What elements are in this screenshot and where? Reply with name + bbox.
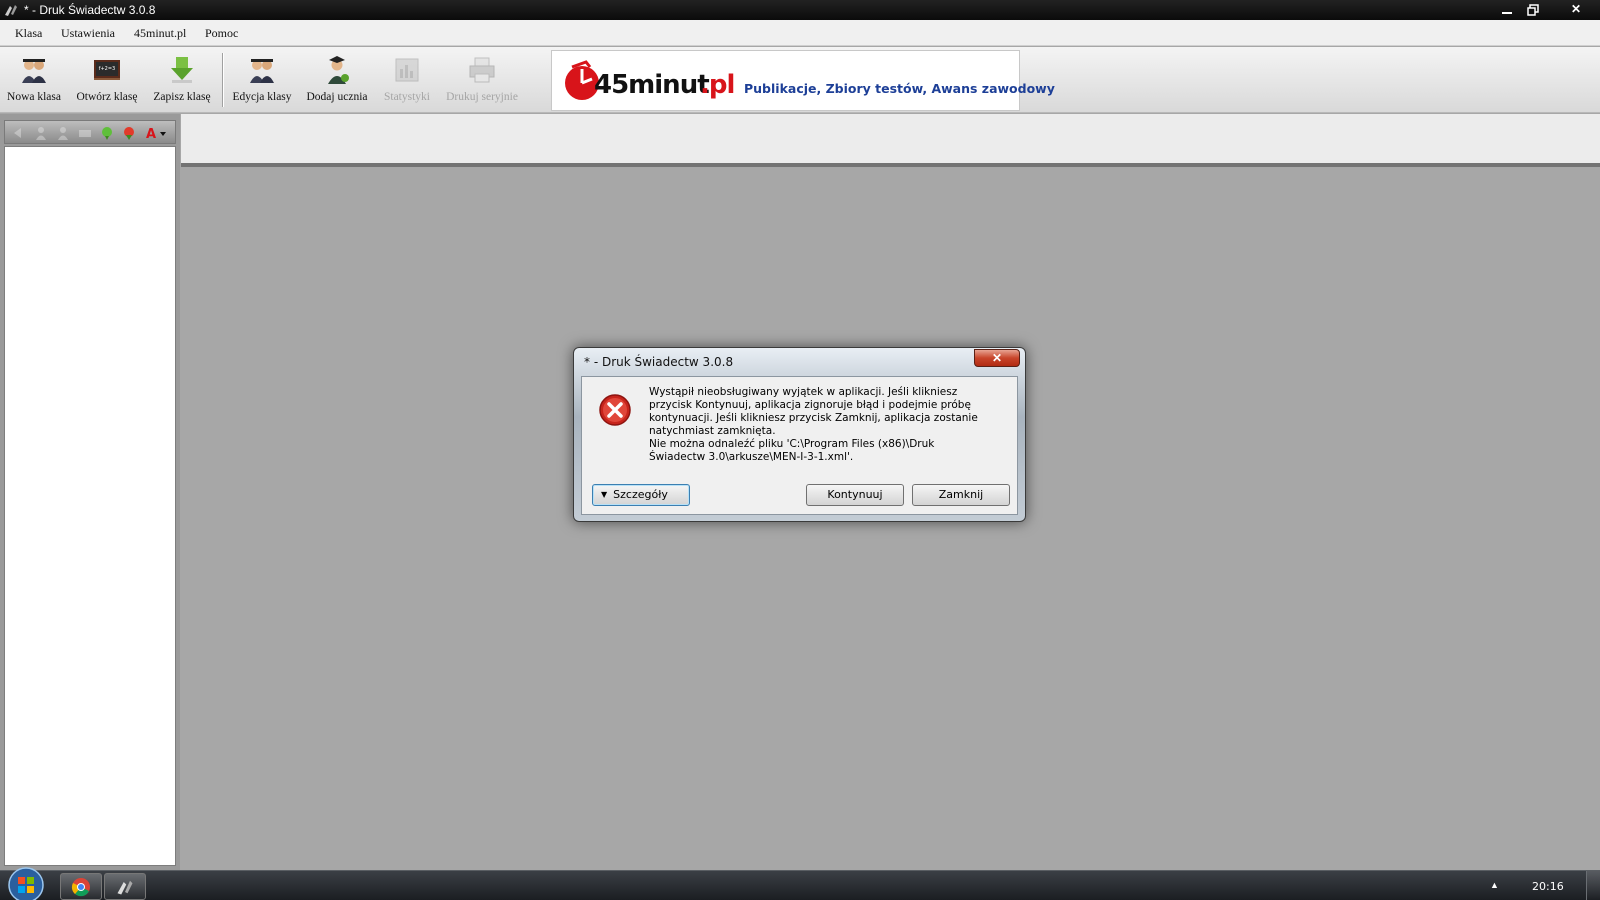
dialog-body: Wystąpił nieobsługiwany wyjątek w aplika…	[581, 376, 1018, 515]
printer-icon	[469, 57, 495, 83]
tree-print-icon[interactable]	[77, 125, 93, 141]
left-panel: A	[0, 114, 180, 870]
tool-label: Edycja klasy	[232, 91, 292, 103]
close-app-button[interactable]: Zamknij	[912, 484, 1010, 506]
window-titlebar: * - Druk Świadectw 3.0.8 ✕	[0, 0, 1600, 20]
details-label: Szczegóły	[613, 488, 668, 501]
menu-pomoc[interactable]: Pomoc	[205, 26, 238, 41]
edit-class-button[interactable]: Edycja klasy	[228, 51, 296, 109]
error-detail-message: Nie można odnaleźć pliku 'C:\Program Fil…	[649, 438, 935, 463]
clock[interactable]: 20:16	[1532, 880, 1564, 893]
menu-ustawienia[interactable]: Ustawienia	[61, 26, 115, 41]
save-class-button[interactable]: Zapisz klasę	[148, 51, 216, 109]
taskbar: ▲ 20:16	[0, 867, 1600, 900]
error-icon	[599, 394, 631, 426]
print-serial-button[interactable]: Drukuj seryjnie	[440, 51, 524, 109]
tray-expand-icon[interactable]: ▲	[1490, 880, 1499, 890]
open-class-button[interactable]: f+2=3 Otwórz klasę	[72, 51, 142, 109]
tree-toolbar: A	[4, 120, 176, 144]
show-desktop-button[interactable]	[1586, 871, 1600, 900]
menu-klasa[interactable]: Klasa	[15, 26, 42, 41]
45minut-logo: 45minut .pl	[565, 60, 735, 100]
toolbar: Nowa klasa f+2=3 Otwórz klasę Zapisz kla…	[0, 47, 1600, 113]
tool-label: Zapisz klasę	[153, 91, 211, 103]
svg-text:A: A	[146, 127, 156, 141]
window-title: * - Druk Świadectw 3.0.8	[24, 3, 156, 17]
menu-45minut[interactable]: 45minut.pl	[134, 26, 186, 41]
taskbar-chrome-button[interactable]	[60, 873, 102, 900]
new-class-button[interactable]: Nowa klasa	[2, 51, 66, 109]
blackboard-icon: f+2=3	[94, 60, 120, 80]
window-close-button[interactable]: ✕	[1558, 0, 1594, 19]
tree-student-icon[interactable]	[33, 125, 49, 141]
chrome-icon	[71, 878, 90, 897]
toolbar-separator	[222, 53, 224, 107]
save-arrow-icon	[171, 57, 193, 83]
restore-button[interactable]	[1520, 0, 1546, 19]
green-marker-icon[interactable]	[99, 125, 115, 141]
app-icon	[5, 5, 17, 16]
statistics-button[interactable]: Statystyki	[378, 51, 436, 109]
close-icon: ✕	[1570, 2, 1582, 16]
tool-label: Otwórz klasę	[76, 91, 138, 103]
students-group-icon	[22, 59, 46, 83]
minimize-icon	[1502, 12, 1512, 14]
svg-text:f+2=3: f+2=3	[99, 66, 116, 72]
add-student-icon	[328, 56, 349, 84]
svg-text:45minut: 45minut	[594, 70, 709, 100]
dialog-close-button[interactable]: ✕	[974, 349, 1020, 367]
details-button[interactable]: ▼ Szczegóły	[592, 484, 690, 506]
ad-banner[interactable]: 45minut .pl Publikacje, Zbiory testów, A…	[551, 50, 1055, 111]
continue-button[interactable]: Kontynuuj	[806, 484, 904, 506]
tool-label: Drukuj seryjnie	[446, 91, 518, 103]
chevron-down-icon: ▼	[601, 490, 608, 499]
class-tree-pane[interactable]	[4, 146, 176, 866]
tool-label: Statystyki	[383, 91, 430, 103]
restore-icon	[1527, 4, 1539, 16]
taskbar-druk-swiadectw-button[interactable]	[104, 873, 146, 900]
students-edit-icon	[250, 59, 274, 83]
app-icon	[117, 880, 133, 895]
add-student-button[interactable]: Dodaj ucznia	[302, 51, 372, 109]
tree-student-edit-icon[interactable]	[55, 125, 71, 141]
svg-text:.pl: .pl	[700, 70, 734, 100]
error-message: Wystąpił nieobsługiwany wyjątek w aplika…	[649, 386, 978, 437]
statistics-icon	[395, 58, 419, 82]
minimize-button[interactable]	[1494, 0, 1520, 19]
close-icon: ✕	[991, 351, 1003, 365]
windows-start-button[interactable]	[8, 867, 44, 900]
main-header-strip	[181, 114, 1600, 167]
dialog-title: * - Druk Świadectw 3.0.8	[584, 355, 734, 369]
menu-bar: Klasa Ustawienia 45minut.pl Pomoc	[0, 20, 1600, 46]
tree-back-icon[interactable]	[11, 125, 27, 141]
tool-label: Nowa klasa	[7, 91, 61, 103]
red-marker-icon[interactable]	[121, 125, 137, 141]
error-dialog: * - Druk Świadectw 3.0.8 ✕ Wystąpił nieo…	[573, 347, 1026, 522]
banner-tagline: Publikacje, Zbiory testów, Awans zawodow…	[744, 81, 1055, 96]
tool-label: Dodaj ucznia	[306, 91, 368, 103]
font-color-icon[interactable]: A	[145, 125, 167, 141]
